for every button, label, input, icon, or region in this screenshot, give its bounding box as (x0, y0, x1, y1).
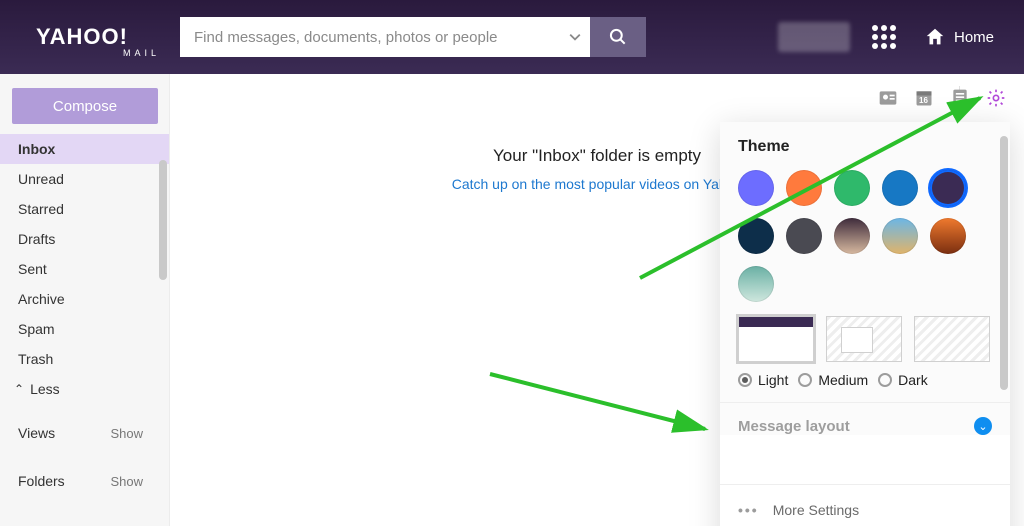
theme-swatch-image[interactable] (930, 218, 966, 254)
views-section: Views Show (0, 418, 169, 448)
logo-text: YAHOO! (36, 24, 128, 49)
sidebar-folder-inbox[interactable]: Inbox (0, 134, 169, 164)
sidebar-folder-archive[interactable]: Archive (0, 284, 169, 314)
theme-swatch-image[interactable] (834, 218, 870, 254)
sidebar-folder-trash[interactable]: Trash (0, 344, 169, 374)
yahoo-apps-icon[interactable] (872, 25, 896, 49)
sidebar-folder-sent[interactable]: Sent (0, 254, 169, 284)
theme-swatch[interactable] (786, 170, 822, 206)
folders-show-toggle[interactable]: Show (110, 474, 143, 489)
logo-subtext: MAIL (123, 48, 160, 58)
theme-swatch-image[interactable] (738, 266, 774, 302)
views-show-toggle[interactable]: Show (110, 426, 143, 441)
contacts-icon[interactable] (878, 88, 898, 108)
search-input[interactable] (180, 17, 560, 57)
theme-mode-dark[interactable]: Dark (878, 372, 928, 388)
sidebar-scrollbar[interactable] (159, 160, 167, 280)
folders-section: Folders Show (0, 466, 169, 496)
message-layout-title: Message layout (738, 418, 850, 435)
header: YAHOO! MAIL Home (0, 0, 1024, 74)
radio-icon (878, 373, 892, 387)
sidebar-folder-spam[interactable]: Spam (0, 314, 169, 344)
theme-swatch[interactable] (738, 170, 774, 206)
folder-list: InboxUnreadStarredDraftsSentArchiveSpamT… (0, 134, 169, 374)
search-button[interactable] (590, 17, 646, 57)
yahoo-videos-link[interactable]: Catch up on the most popular videos on Y… (452, 176, 743, 192)
radio-icon (738, 373, 752, 387)
density-thumb-wide[interactable] (914, 316, 990, 362)
theme-mode-light[interactable]: Light (738, 372, 788, 388)
mode-label: Medium (818, 372, 868, 388)
settings-gear-icon[interactable] (986, 88, 1006, 108)
mode-label: Light (758, 372, 788, 388)
sidebar-folder-drafts[interactable]: Drafts (0, 224, 169, 254)
main-area: Your "Inbox" folder is empty Catch up on… (170, 74, 1024, 526)
density-thumb-medium[interactable] (826, 316, 902, 362)
more-settings-label: More Settings (773, 502, 859, 518)
theme-swatch[interactable] (738, 218, 774, 254)
right-icon-rail: 16 (878, 88, 1006, 108)
calendar-icon[interactable]: 16 (914, 88, 934, 108)
message-layout-section[interactable]: Message layout ⌄ (720, 403, 1010, 435)
less-label: Less (30, 381, 60, 397)
annotation-arrow-to-more-settings (480, 364, 720, 444)
more-settings-row[interactable]: ••• More Settings (720, 484, 1010, 526)
compose-button[interactable]: Compose (12, 88, 158, 124)
sidebar: Compose InboxUnreadStarredDraftsSentArch… (0, 74, 170, 526)
views-title: Views (18, 425, 55, 441)
home-icon (924, 26, 946, 48)
theme-swatch-image[interactable] (882, 218, 918, 254)
theme-section-title: Theme (738, 138, 992, 156)
sidebar-folder-unread[interactable]: Unread (0, 164, 169, 194)
toggle-less[interactable]: ⌃ Less (0, 374, 169, 404)
notepad-icon[interactable] (950, 88, 970, 108)
search-icon (608, 27, 628, 47)
folders-title: Folders (18, 473, 65, 489)
density-thumb-default[interactable] (738, 316, 814, 362)
radio-icon (798, 373, 812, 387)
home-link[interactable]: Home (924, 26, 994, 48)
theme-mode-medium[interactable]: Medium (798, 372, 868, 388)
theme-swatch[interactable] (882, 170, 918, 206)
theme-mode-options: Light Medium Dark (738, 372, 992, 398)
density-thumbnails (738, 316, 992, 362)
chevron-up-icon: ⌃ (14, 382, 24, 396)
theme-swatch[interactable] (834, 170, 870, 206)
theme-swatch-image[interactable] (786, 218, 822, 254)
chevron-down-icon (569, 31, 581, 43)
settings-scrollbar[interactable] (1000, 136, 1008, 390)
theme-swatch[interactable] (930, 170, 966, 206)
more-icon: ••• (738, 502, 759, 518)
calendar-date-badge: 16 (919, 96, 928, 105)
search-category-dropdown[interactable] (560, 17, 590, 57)
settings-panel: Theme Light Medium Dark Message layout ⌄ •… (720, 122, 1010, 526)
sidebar-folder-starred[interactable]: Starred (0, 194, 169, 224)
yahoo-mail-logo[interactable]: YAHOO! MAIL (36, 24, 166, 50)
home-label: Home (954, 29, 994, 46)
search-bar (180, 17, 646, 57)
account-avatar-name[interactable] (778, 22, 850, 52)
mode-label: Dark (898, 372, 928, 388)
expand-chevron-icon: ⌄ (974, 417, 992, 435)
theme-color-swatches (738, 170, 992, 302)
